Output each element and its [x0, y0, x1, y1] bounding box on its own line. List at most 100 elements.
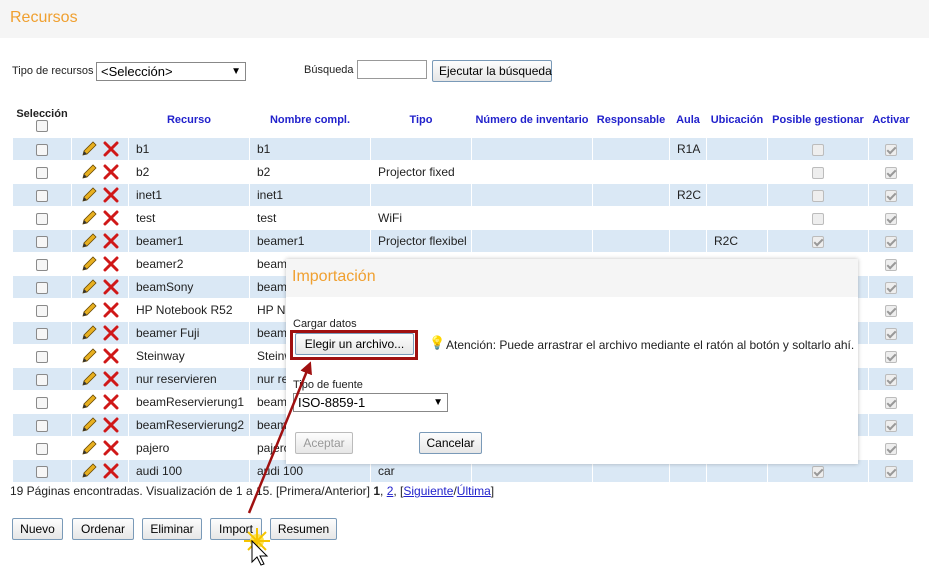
current-page: 1	[373, 484, 381, 498]
row-actions	[72, 138, 128, 161]
edit-pencil-icon[interactable]	[80, 440, 98, 456]
delete-x-icon[interactable]	[102, 302, 120, 318]
new-button[interactable]: Nuevo	[12, 518, 63, 540]
row-select-checkbox[interactable]	[36, 189, 48, 202]
gestionar-checkbox[interactable]	[812, 235, 824, 248]
row-select-checkbox[interactable]	[36, 442, 48, 455]
gestionar-checkbox[interactable]	[812, 189, 824, 202]
delete-x-icon[interactable]	[102, 141, 120, 157]
row-actions	[72, 460, 128, 483]
edit-pencil-icon[interactable]	[80, 394, 98, 410]
activar-checkbox[interactable]	[885, 281, 897, 294]
gestionar-checkbox[interactable]	[812, 465, 824, 478]
header-tipo[interactable]: Tipo	[371, 102, 471, 138]
row-select-checkbox[interactable]	[36, 212, 48, 225]
edit-pencil-icon[interactable]	[80, 463, 98, 479]
delete-x-icon[interactable]	[102, 279, 120, 295]
activar-checkbox[interactable]	[885, 396, 897, 409]
gestionar-checkbox[interactable]	[812, 166, 824, 179]
activar-checkbox[interactable]	[885, 212, 897, 225]
cell-responsable	[593, 207, 669, 230]
delete-x-icon[interactable]	[102, 417, 120, 433]
delete-x-icon[interactable]	[102, 463, 120, 479]
activar-checkbox[interactable]	[885, 373, 897, 386]
cell-tipo: Projector fixed	[371, 161, 471, 184]
sort-button[interactable]: Ordenar	[72, 518, 134, 540]
delete-x-icon[interactable]	[102, 348, 120, 364]
header-nombre[interactable]: Nombre compl.	[250, 102, 370, 138]
activar-checkbox[interactable]	[885, 327, 897, 340]
header-ubicacion[interactable]: Ubicación	[707, 102, 767, 138]
import-dialog: Importación Cargar datos Elegir un archi…	[286, 259, 858, 464]
filter-bar: Tipo de recursos <Selección> ▼ Búsqueda …	[12, 60, 912, 84]
delete-x-icon[interactable]	[102, 187, 120, 203]
row-select-checkbox[interactable]	[36, 396, 48, 409]
edit-pencil-icon[interactable]	[80, 279, 98, 295]
activar-checkbox[interactable]	[885, 442, 897, 455]
edit-pencil-icon[interactable]	[80, 371, 98, 387]
edit-pencil-icon[interactable]	[80, 164, 98, 180]
row-actions	[72, 253, 128, 276]
delete-x-icon[interactable]	[102, 164, 120, 180]
search-input[interactable]	[357, 60, 427, 79]
row-select-checkbox[interactable]	[36, 350, 48, 363]
row-select-checkbox[interactable]	[36, 327, 48, 340]
delete-x-icon[interactable]	[102, 233, 120, 249]
row-select-checkbox[interactable]	[36, 419, 48, 432]
delete-x-icon[interactable]	[102, 394, 120, 410]
edit-pencil-icon[interactable]	[80, 256, 98, 272]
header-gestionar[interactable]: Posible gestionar	[768, 102, 868, 138]
row-select-checkbox[interactable]	[36, 258, 48, 271]
gestionar-checkbox[interactable]	[812, 143, 824, 156]
header-activar[interactable]: Activar	[869, 102, 913, 138]
delete-x-icon[interactable]	[102, 256, 120, 272]
gestionar-checkbox[interactable]	[812, 212, 824, 225]
cell-gestionar	[768, 230, 868, 253]
activar-checkbox[interactable]	[885, 304, 897, 317]
delete-x-icon[interactable]	[102, 325, 120, 341]
load-data-label: Cargar datos	[293, 318, 357, 330]
edit-pencil-icon[interactable]	[80, 325, 98, 341]
delete-x-icon[interactable]	[102, 210, 120, 226]
row-select-checkbox[interactable]	[36, 235, 48, 248]
edit-pencil-icon[interactable]	[80, 417, 98, 433]
header-recurso[interactable]: Recurso	[129, 102, 249, 138]
delete-x-icon[interactable]	[102, 371, 120, 387]
delete-button[interactable]: Eliminar	[142, 518, 202, 540]
edit-pencil-icon[interactable]	[80, 187, 98, 203]
search-button[interactable]: Ejecutar la búsqueda	[432, 60, 552, 82]
activar-checkbox[interactable]	[885, 465, 897, 478]
row-select-checkbox[interactable]	[36, 465, 48, 478]
activar-checkbox[interactable]	[885, 143, 897, 156]
activar-checkbox[interactable]	[885, 350, 897, 363]
activar-checkbox[interactable]	[885, 189, 897, 202]
accept-button[interactable]: Aceptar	[295, 432, 353, 454]
header-responsable[interactable]: Responsable	[593, 102, 669, 138]
edit-pencil-icon[interactable]	[80, 210, 98, 226]
header-inventario[interactable]: Número de inventario	[472, 102, 592, 138]
row-select-checkbox[interactable]	[36, 281, 48, 294]
edit-pencil-icon[interactable]	[80, 141, 98, 157]
table-row: test test WiFi	[13, 207, 913, 230]
select-all-checkbox[interactable]	[36, 120, 48, 133]
header-aula[interactable]: Aula	[670, 102, 706, 138]
next-link[interactable]: Siguiente	[403, 484, 453, 498]
row-select-checkbox[interactable]	[36, 304, 48, 317]
edit-pencil-icon[interactable]	[80, 233, 98, 249]
resource-type-select[interactable]: <Selección> ▼	[96, 62, 246, 81]
edit-pencil-icon[interactable]	[80, 348, 98, 364]
row-select-checkbox[interactable]	[36, 373, 48, 386]
last-link[interactable]: Última	[457, 484, 491, 498]
row-select-checkbox[interactable]	[36, 166, 48, 179]
activar-checkbox[interactable]	[885, 419, 897, 432]
activar-checkbox[interactable]	[885, 235, 897, 248]
edit-pencil-icon[interactable]	[80, 302, 98, 318]
row-select-checkbox[interactable]	[36, 143, 48, 156]
source-type-select[interactable]: ISO-8859-1 ▼	[293, 393, 448, 412]
cancel-button[interactable]: Cancelar	[419, 432, 482, 454]
import-button[interactable]: Import	[210, 518, 262, 540]
activar-checkbox[interactable]	[885, 166, 897, 179]
activar-checkbox[interactable]	[885, 258, 897, 271]
delete-x-icon[interactable]	[102, 440, 120, 456]
summary-button[interactable]: Resumen	[270, 518, 337, 540]
